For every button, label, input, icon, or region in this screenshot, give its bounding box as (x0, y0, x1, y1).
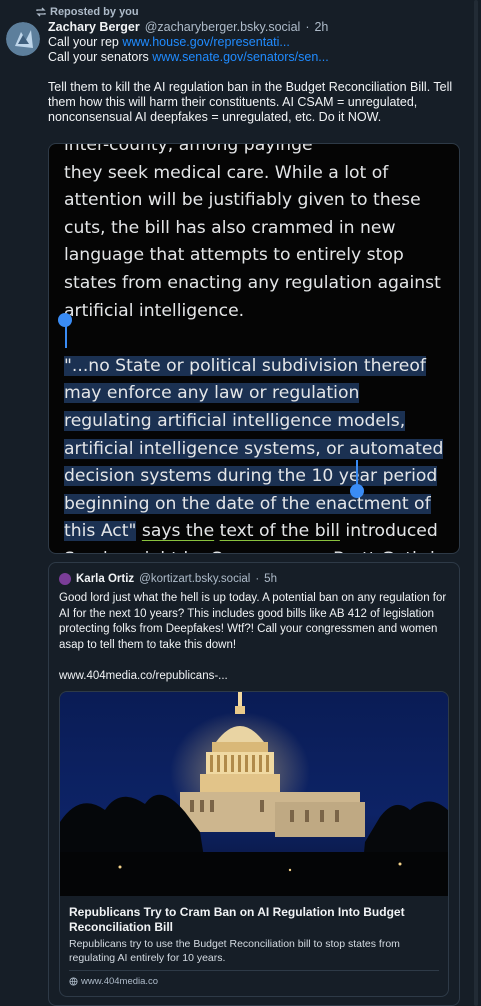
card-domain: www.404media.co (69, 976, 158, 987)
repost-indicator: Reposted by you (36, 6, 139, 18)
post-line-senators-label: Call your senators (48, 50, 149, 64)
repost-label: Reposted by you (50, 6, 139, 18)
screenshot-paragraph-2: "...no State or political subdivision th… (64, 353, 452, 553)
quote-author-handle[interactable]: @kortizart.bsky.social (139, 573, 250, 585)
post-author-name[interactable]: Zachary Berger (48, 20, 140, 35)
quote-link[interactable]: www.404media.co/republicans-... (59, 669, 451, 685)
scrollbar[interactable] (471, 0, 481, 1006)
post-time[interactable]: 2h (314, 20, 328, 35)
house-link[interactable]: www.house.gov/representati... (122, 35, 289, 49)
quote-author-line: Karla Ortiz @kortizart.bsky.social · 5h (59, 573, 277, 585)
says-the-text: says the (141, 521, 215, 542)
link-card[interactable]: Republicans Try to Cram Ban on AI Regula… (59, 691, 449, 997)
globe-icon (69, 977, 78, 986)
post-line-rep: Call your rep www.house.gov/representati… (48, 35, 476, 50)
quote-separator: · (255, 573, 260, 585)
text-of-bill-link: text of the bill (219, 521, 340, 542)
post-line-senators: Call your senators www.senate.gov/senato… (48, 50, 476, 65)
senate-link[interactable]: www.senate.gov/senators/sen... (152, 50, 328, 64)
card-description: Republicans try to use the Budget Reconc… (69, 938, 400, 964)
quote-text: Good lord just what the hell is up today… (59, 592, 447, 651)
quote-author-avatar (59, 573, 71, 585)
quote-author-name[interactable]: Karla Ortiz (76, 573, 134, 585)
quote-body: Good lord just what the hell is up today… (59, 591, 451, 684)
capitol-building-night-image (60, 692, 448, 896)
post-body: Tell them to kill the AI regulation ban … (48, 80, 453, 124)
article-screenshot[interactable]: inter-county, among payinge they seek me… (48, 143, 460, 554)
selection-end-handle[interactable] (350, 484, 364, 498)
post-author-line: Zachary Berger @zacharyberger.bsky.socia… (48, 20, 476, 35)
post-author-handle[interactable]: @zacharyberger.bsky.social (145, 20, 301, 35)
card-divider (69, 970, 439, 971)
screenshot-paragraph-1: they seek medical care. While a lot of a… (64, 162, 441, 321)
card-title[interactable]: Republicans Try to Cram Ban on AI Regula… (69, 905, 441, 935)
post[interactable]: Zachary Berger @zacharyberger.bsky.socia… (48, 20, 476, 125)
quoted-post[interactable]: Karla Ortiz @kortizart.bsky.social · 5h … (48, 562, 460, 1006)
selected-quote: "...no State or political subdivision th… (64, 355, 444, 542)
scrollbar-thumb[interactable] (474, 0, 478, 1006)
screenshot-text: inter-county, among payinge they seek me… (64, 143, 452, 553)
quote-time: 5h (264, 573, 277, 585)
selection-start-handle[interactable] (58, 313, 72, 327)
screenshot-partial-line: inter-county, among payinge (64, 143, 313, 155)
author-avatar[interactable] (6, 22, 40, 56)
post-line-rep-label: Call your rep (48, 35, 119, 49)
repost-icon (36, 7, 46, 17)
post-separator: · (305, 20, 310, 34)
card-domain-text: www.404media.co (81, 976, 159, 987)
